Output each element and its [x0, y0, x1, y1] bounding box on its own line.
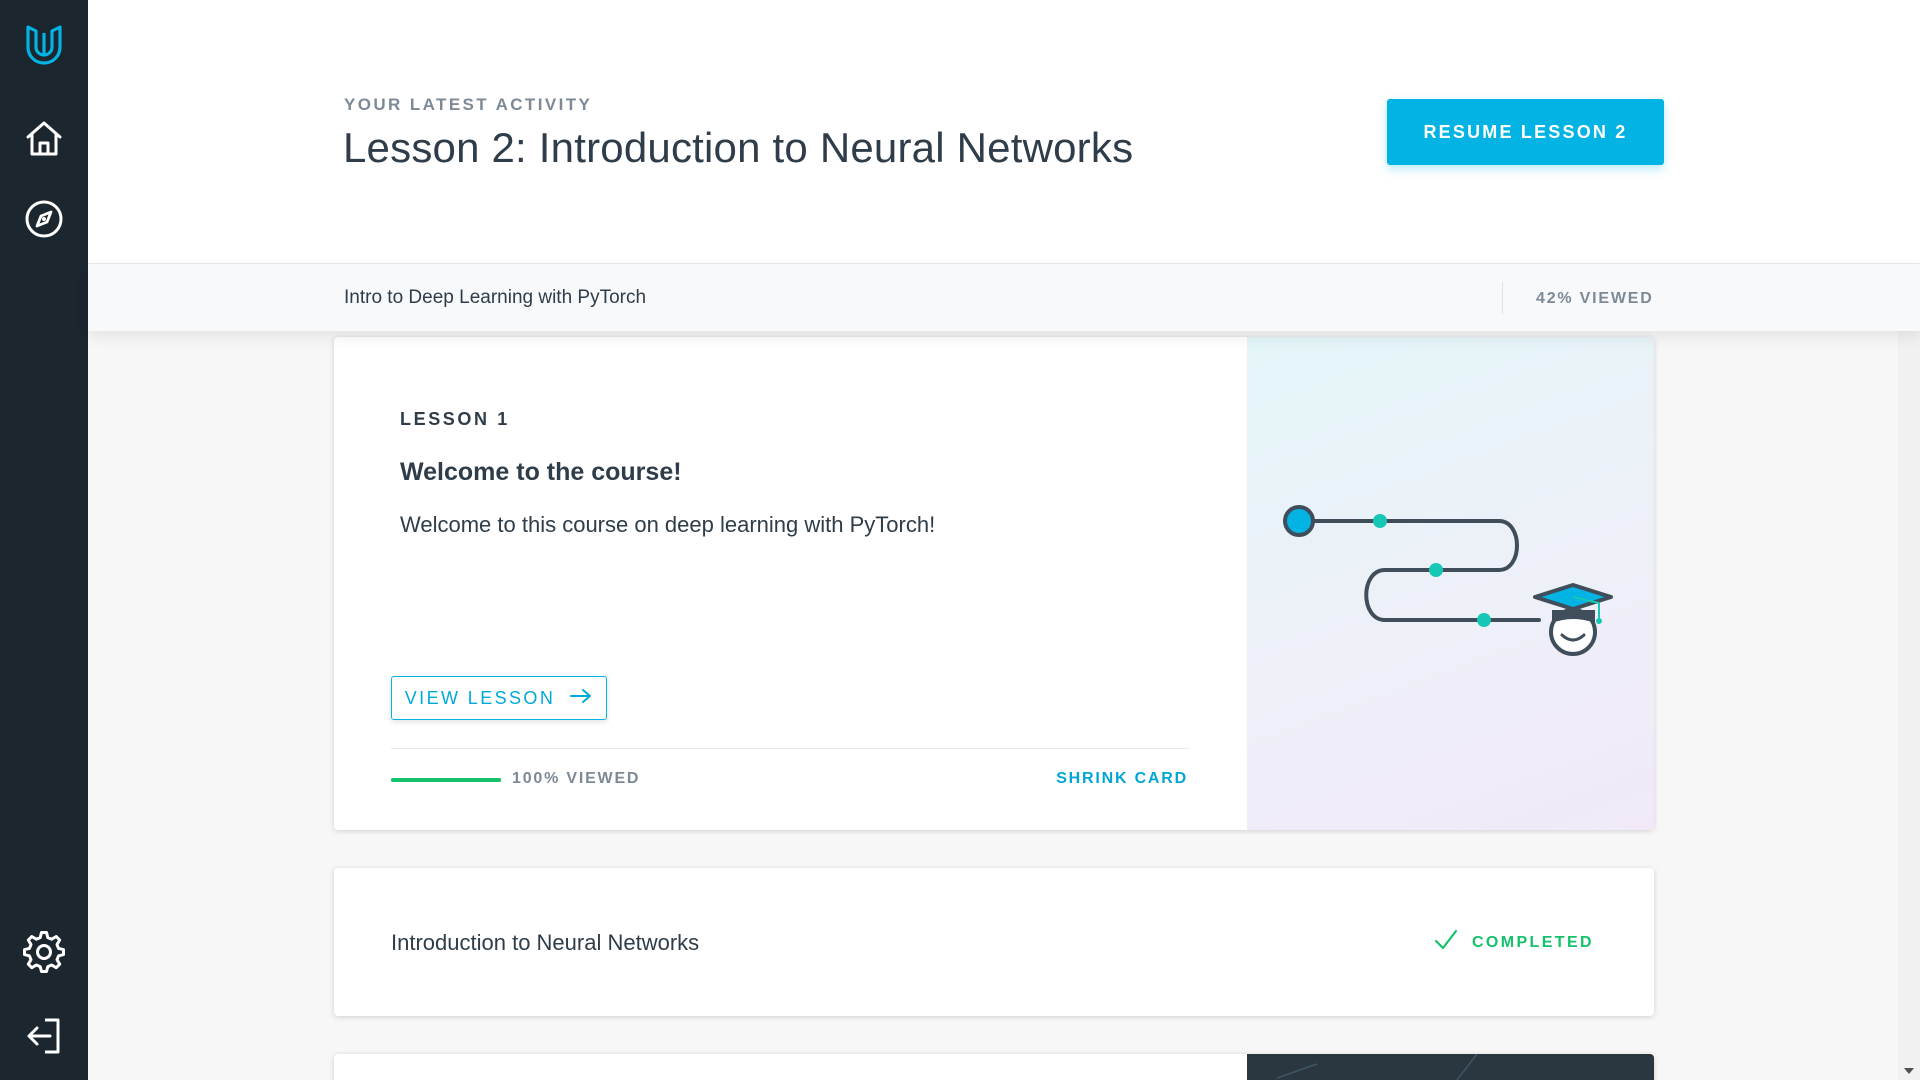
view-lesson-button[interactable]: VIEW LESSON — [391, 676, 607, 720]
course-progress-label: 42% VIEWED — [1536, 290, 1654, 307]
page-title: Lesson 2: Introduction to Neural Network… — [343, 124, 1134, 171]
page-scrollbar[interactable] — [1898, 331, 1920, 1080]
learning-path-graduate-icon — [1283, 505, 1613, 656]
lesson-title: Welcome to the course! — [400, 458, 682, 486]
lesson-progress-fill — [391, 778, 501, 782]
latest-activity-eyebrow: YOUR LATEST ACTIVITY — [344, 95, 593, 114]
scroll-down-arrow-icon[interactable] — [1904, 1068, 1914, 1074]
gear-icon[interactable] — [0, 920, 88, 984]
logout-icon[interactable] — [0, 1004, 88, 1068]
view-lesson-label: VIEW LESSON — [404, 687, 556, 708]
card-divider — [391, 748, 1189, 749]
lesson-card: LESSON 1 Welcome to the course! Welcome … — [334, 337, 1654, 830]
sidebar — [0, 0, 88, 1080]
course-bar-divider — [1502, 282, 1503, 314]
latest-activity-header: YOUR LATEST ACTIVITY Lesson 2: Introduct… — [88, 0, 1920, 264]
completed-status-label: COMPLETED — [1471, 933, 1594, 951]
resume-lesson-button[interactable]: RESUME LESSON 2 — [1387, 99, 1664, 165]
lesson-illustration — [1247, 337, 1654, 830]
compass-icon[interactable] — [0, 187, 88, 251]
app-root: YOUR LATEST ACTIVITY Lesson 2: Introduct… — [0, 0, 1920, 1080]
course-name: Intro to Deep Learning with PyTorch — [344, 287, 647, 308]
lesson-number-label: LESSON 1 — [400, 409, 510, 429]
checkmark-icon — [1434, 928, 1458, 957]
arrow-right-icon — [569, 688, 593, 709]
lesson-description: Welcome to this course on deep learning … — [400, 512, 936, 537]
home-icon[interactable] — [0, 106, 88, 170]
course-bar: Intro to Deep Learning with PyTorch 42% … — [88, 264, 1920, 331]
shrink-card-link[interactable]: SHRINK CARD — [1056, 770, 1188, 788]
lesson-row-status: COMPLETED — [1434, 928, 1594, 957]
next-lesson-card[interactable] — [334, 1054, 1654, 1080]
lesson-row-title: Introduction to Neural Networks — [391, 930, 700, 955]
next-lesson-image — [1247, 1054, 1654, 1080]
lesson-progress-bar — [391, 778, 501, 782]
lesson-row[interactable]: Introduction to Neural Networks COMPLETE… — [334, 868, 1654, 1016]
lesson-progress-label: 100% VIEWED — [512, 770, 641, 787]
udacity-logo-icon[interactable] — [0, 12, 88, 76]
